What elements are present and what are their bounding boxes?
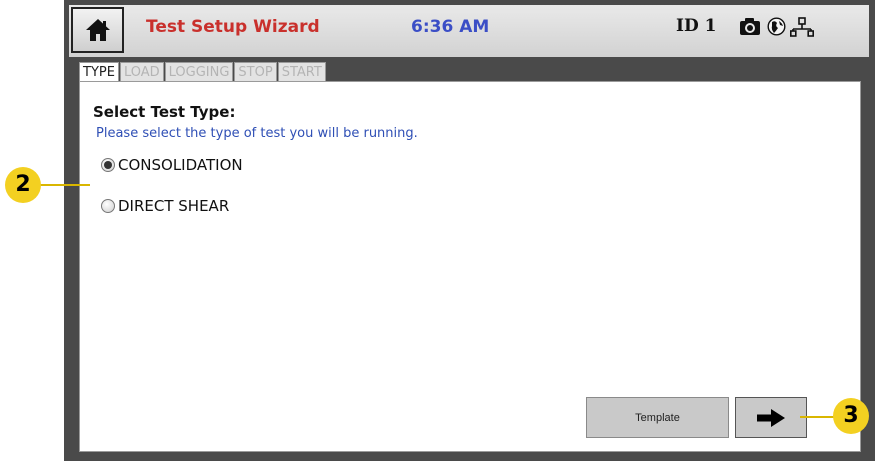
home-button[interactable] — [71, 7, 124, 53]
network-icon[interactable] — [790, 17, 814, 37]
camera-icon[interactable] — [739, 17, 761, 36]
section-instructions: Please select the type of test you will … — [96, 126, 418, 141]
home-icon — [85, 19, 110, 41]
arrow-right-icon — [757, 408, 785, 427]
tab-type[interactable]: TYPE — [79, 62, 119, 81]
option-label: DIRECT SHEAR — [118, 197, 230, 215]
section-heading: Select Test Type: — [93, 103, 236, 121]
tab-start[interactable]: START — [277, 62, 326, 81]
tab-load[interactable]: LOAD — [119, 62, 164, 81]
option-direct-shear[interactable]: DIRECT SHEAR — [101, 195, 229, 217]
callout-leader-line — [40, 184, 90, 186]
option-label: CONSOLIDATION — [118, 156, 243, 174]
callout-badge: 2 — [5, 167, 41, 203]
next-button[interactable] — [735, 397, 807, 438]
radio-button-selected[interactable] — [101, 158, 115, 172]
template-button[interactable]: Template — [586, 397, 729, 438]
option-consolidation[interactable]: CONSOLIDATION — [101, 154, 243, 176]
tab-logging[interactable]: LOGGING — [164, 62, 234, 81]
device-id: ID 1 — [676, 16, 717, 36]
wizard-tabs: TYPE LOAD LOGGING STOP START — [79, 62, 327, 81]
clock-time: 6:36 AM — [411, 17, 490, 37]
page-title: Test Setup Wizard — [146, 17, 320, 37]
tab-stop[interactable]: STOP — [234, 62, 277, 81]
globe-icon[interactable] — [767, 17, 786, 36]
callout-leader-line — [800, 416, 835, 418]
radio-button[interactable] — [101, 199, 115, 213]
callout-badge: 3 — [833, 398, 869, 434]
